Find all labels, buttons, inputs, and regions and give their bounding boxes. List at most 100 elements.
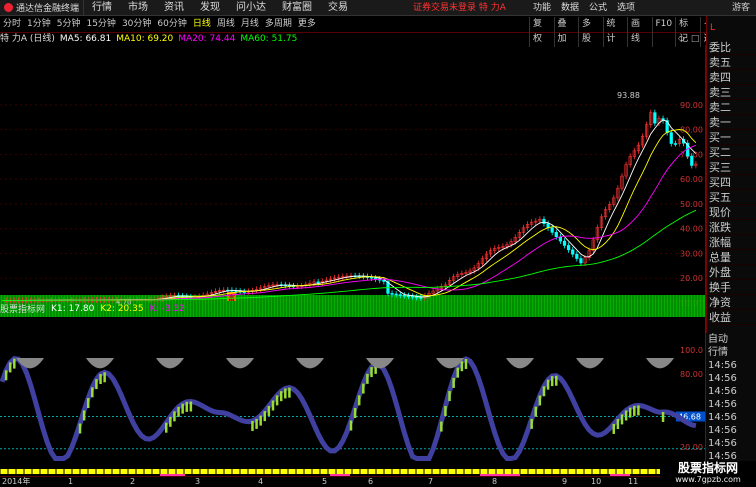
gray-hill: [506, 358, 534, 369]
candle-body: [415, 296, 419, 299]
period-5[interactable]: 60分钟: [154, 17, 189, 32]
right-menu-item-1[interactable]: 数据: [556, 0, 584, 16]
time-tick-11: 11: [628, 477, 639, 486]
k2-label: K2: 20.35: [100, 303, 144, 314]
k1-label: K1: 17.80: [51, 303, 95, 314]
ma20-label: MA20: 74.44: [178, 34, 236, 44]
candle-body: [550, 227, 554, 233]
price-chart[interactable]: 90.0080.0070.0060.0050.0040.0030.0020.00…: [0, 45, 706, 476]
ma60-label: MA60: 51.75: [240, 34, 298, 44]
candle-body: [567, 245, 571, 251]
candle-body: [554, 232, 558, 238]
candle-body: [690, 155, 694, 166]
gray-hill: [156, 358, 184, 369]
quote-row-3: 卖三: [707, 85, 756, 100]
menu-item-2[interactable]: 资讯: [156, 0, 192, 16]
period-3[interactable]: 15分钟: [83, 17, 118, 32]
period-10[interactable]: 更多: [295, 17, 319, 32]
candle-body: [575, 253, 579, 259]
stock-title: 特 力A (日线): [0, 34, 55, 44]
period-1[interactable]: 1分钟: [24, 17, 54, 32]
time-axis: 2014年 1 2 3 4 5 6 7 8 9 10 11: [0, 476, 705, 487]
maximize-icon[interactable]: □: [691, 34, 700, 44]
ind-tick-1: 80.00: [680, 370, 703, 379]
quote-row-10: 买五: [707, 190, 756, 205]
quote-panel: L 委比 卖五 卖四 卖三 卖二 卖一 买一 买二 买三 买四 买五 现价 涨跌 涨幅 总量 外盘 换手 净资 收益: [706, 16, 756, 333]
price-tick-0: 90.00: [680, 101, 703, 110]
price-tick-5: 40.00: [680, 225, 703, 234]
candle-body: [316, 281, 320, 284]
candle-body: [398, 294, 402, 296]
period-9[interactable]: 多周期: [262, 17, 295, 32]
main-menu: 行情 市场 资讯 发现 问小达 财富圈 交易: [84, 0, 356, 16]
period-8[interactable]: 月线: [238, 17, 262, 32]
trade-row-8: 14:56: [708, 438, 737, 449]
quote-row-4: 卖二: [707, 100, 756, 115]
candle-body: [402, 294, 406, 297]
gray-hill: [296, 358, 324, 369]
main-chart-header: 特 力A (日线) MA5: 66.81 MA10: 69.20 MA20: 7…: [0, 33, 705, 45]
menu-item-3[interactable]: 发现: [192, 0, 228, 16]
candle-body: [390, 293, 394, 295]
time-tick-9: 9: [562, 477, 568, 486]
trade-row-4: 14:56: [708, 386, 737, 397]
period-0[interactable]: 分时: [0, 17, 24, 32]
ind-tick-0: 100.0: [680, 346, 703, 355]
menu-item-5[interactable]: 财富圈: [274, 0, 320, 16]
trade-row-7: 14:56: [708, 425, 737, 436]
peak-label: 93.88: [617, 91, 640, 100]
candle-body: [374, 277, 378, 280]
settings-icon[interactable]: ◇: [678, 34, 685, 44]
menu-item-0[interactable]: 行情: [84, 0, 120, 16]
right-menu-item-3[interactable]: 选项: [612, 0, 640, 16]
right-menu-item-0[interactable]: 功能: [528, 0, 556, 16]
quote-row-13: 涨幅: [707, 235, 756, 250]
title-bar: 通达信金融终端 行情 市场 资讯 发现 问小达 财富圈 交易: [0, 0, 756, 16]
time-tick-3: 3: [195, 477, 201, 486]
menu-item-4[interactable]: 问小达: [228, 0, 274, 16]
quote-row-17: 净资: [707, 295, 756, 310]
trade-row-5: 14:56: [708, 399, 737, 410]
period-4[interactable]: 30分钟: [119, 17, 154, 32]
login-alert[interactable]: 证券交易未登录 特 力A: [413, 0, 506, 16]
guest-label[interactable]: 游客: [732, 0, 750, 16]
watermark: 股票指标网 www.7gpzb.com: [660, 461, 756, 487]
candle-body: [410, 295, 415, 298]
trade-row-6: 14:56: [708, 412, 737, 423]
k-label: K: -3.32: [149, 303, 185, 314]
right-menu-item-2[interactable]: 公式: [584, 0, 612, 16]
candle-body: [673, 143, 677, 145]
gray-hill: [226, 358, 254, 369]
gray-hill: [576, 358, 604, 369]
candle-body: [394, 293, 398, 296]
menu-item-1[interactable]: 市场: [120, 0, 156, 16]
bottom-band: [0, 469, 660, 474]
quote-row-14: 总量: [707, 250, 756, 265]
watermark-url: www.7gpzb.com: [675, 475, 741, 484]
trade-row-3: 14:56: [708, 373, 737, 384]
app-name: 通达信金融终端: [16, 4, 80, 14]
time-tick-5: 5: [322, 477, 328, 486]
watermark-title: 股票指标网: [677, 461, 738, 475]
candle-body: [571, 249, 575, 255]
period-7[interactable]: 周线: [214, 17, 238, 32]
time-tick-10: 10: [591, 477, 602, 486]
ma10-line: [1, 129, 697, 301]
time-tick-0: 2014年: [2, 477, 31, 486]
price-tick-6: 30.00: [680, 249, 703, 258]
ind-tick-2: 20.00: [680, 443, 703, 452]
k-line-wave: [0, 355, 697, 461]
time-tick-8: 8: [492, 477, 498, 486]
right-menu: 功能 数据 公式 选项: [528, 0, 640, 16]
quote-row-9: 买四: [707, 175, 756, 190]
candle-body: [562, 240, 567, 246]
indicator-title: 股票指标网: [0, 305, 46, 315]
period-2[interactable]: 5分钟: [54, 17, 84, 32]
menu-item-6[interactable]: 交易: [320, 0, 356, 16]
quote-row-5: 卖一: [707, 115, 756, 130]
period-6[interactable]: 日线: [190, 17, 214, 32]
quote-row-1: 卖五: [707, 55, 756, 70]
logo-icon: [4, 3, 13, 12]
indicator-header: 股票指标网 K1: 17.80 K2: 20.35 K: -3.32: [0, 302, 705, 316]
quote-row-11: 现价: [707, 205, 756, 220]
